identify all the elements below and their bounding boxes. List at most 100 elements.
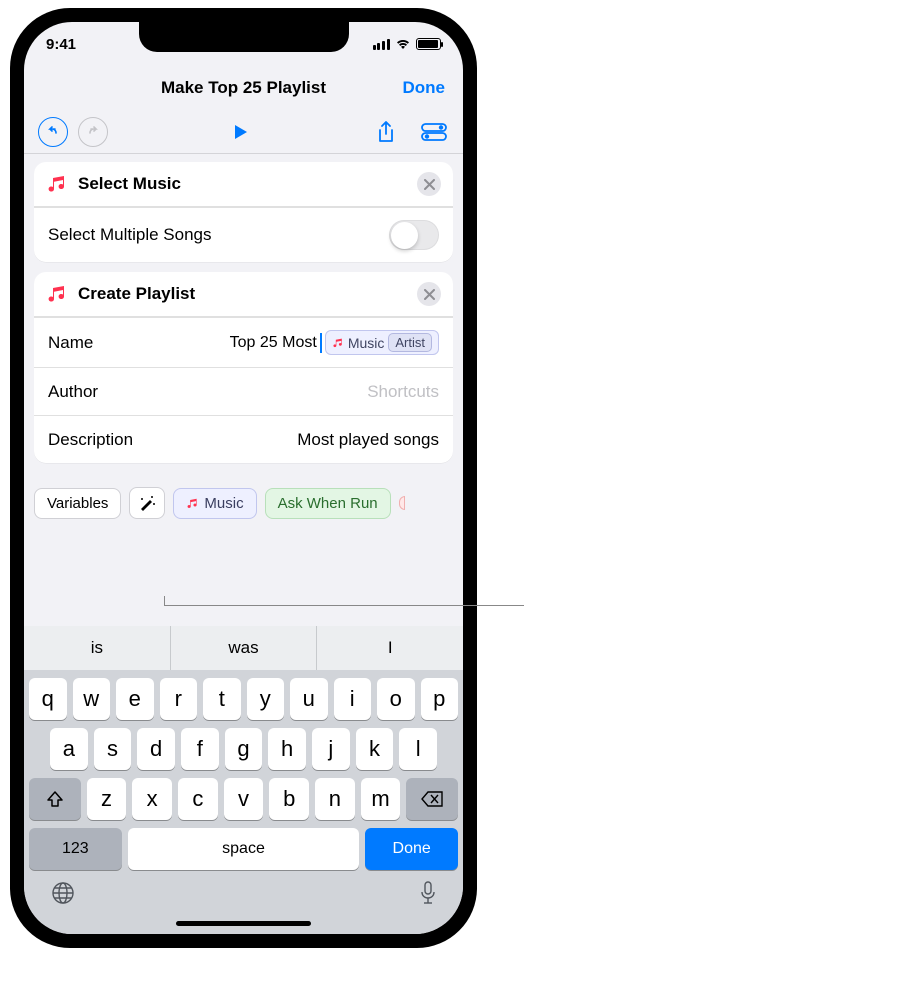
cellular-icon — [373, 39, 390, 50]
keyboard: is was I q w e r t y u i o p a s d f — [24, 626, 463, 934]
key-c[interactable]: c — [178, 778, 218, 820]
key-t[interactable]: t — [203, 678, 241, 720]
action-list: Select Music Select Multiple Songs — [24, 154, 463, 473]
action-title: Create Playlist — [78, 284, 407, 304]
key-p[interactable]: p — [421, 678, 459, 720]
done-button[interactable]: Done — [403, 78, 446, 98]
numeric-key[interactable]: 123 — [29, 828, 122, 870]
variable-token[interactable]: Music Artist — [325, 330, 439, 355]
nav-title: Make Top 25 Playlist — [161, 78, 326, 98]
key-r[interactable]: r — [160, 678, 198, 720]
key-h[interactable]: h — [268, 728, 306, 770]
home-indicator[interactable] — [176, 921, 311, 926]
battery-icon — [416, 38, 441, 50]
option-label: Select Multiple Songs — [48, 225, 211, 245]
device-frame: 9:41 Make Top 25 Playlist Done — [10, 8, 477, 948]
author-placeholder: Shortcuts — [108, 382, 439, 402]
keyboard-done-key[interactable]: Done — [365, 828, 458, 870]
key-y[interactable]: y — [247, 678, 285, 720]
key-g[interactable]: g — [225, 728, 263, 770]
magic-variable-button[interactable] — [129, 487, 165, 519]
key-l[interactable]: l — [399, 728, 437, 770]
key-row-4: 123 space Done — [24, 820, 463, 870]
key-w[interactable]: w — [73, 678, 111, 720]
action-header: Create Playlist — [34, 272, 453, 317]
share-button[interactable] — [371, 117, 401, 147]
select-multiple-row: Select Multiple Songs — [34, 207, 453, 262]
key-e[interactable]: e — [116, 678, 154, 720]
shift-key[interactable] — [29, 778, 81, 820]
description-row[interactable]: Description Most played songs — [34, 415, 453, 463]
wand-icon — [138, 494, 156, 512]
token-detail[interactable]: Artist — [388, 333, 432, 352]
delete-action-button[interactable] — [417, 282, 441, 306]
key-n[interactable]: n — [315, 778, 355, 820]
callout-line — [164, 605, 524, 606]
music-variable-pill[interactable]: Music — [173, 488, 256, 519]
action-header: Select Music — [34, 162, 453, 207]
key-x[interactable]: x — [132, 778, 172, 820]
backspace-key[interactable] — [406, 778, 458, 820]
settings-button[interactable] — [419, 117, 449, 147]
delete-action-button[interactable] — [417, 172, 441, 196]
redo-button — [78, 117, 108, 147]
mic-icon — [419, 880, 437, 906]
status-indicators — [373, 38, 441, 50]
key-j[interactable]: j — [312, 728, 350, 770]
globe-button[interactable] — [50, 880, 76, 911]
music-app-icon — [46, 283, 68, 305]
key-d[interactable]: d — [137, 728, 175, 770]
screen: 9:41 Make Top 25 Playlist Done — [24, 22, 463, 934]
nav-bar: Make Top 25 Playlist Done — [24, 66, 463, 110]
suggestion[interactable]: I — [317, 626, 463, 670]
key-b[interactable]: b — [269, 778, 309, 820]
pill-label: Music — [204, 495, 243, 512]
select-multiple-switch[interactable] — [389, 220, 439, 250]
field-label: Author — [48, 382, 98, 402]
name-text: Top 25 Most — [230, 334, 317, 352]
keyboard-bottom-row — [24, 870, 463, 911]
shift-icon — [46, 790, 64, 808]
key-f[interactable]: f — [181, 728, 219, 770]
key-q[interactable]: q — [29, 678, 67, 720]
action-title: Select Music — [78, 174, 407, 194]
overflow-pill[interactable] — [399, 496, 405, 510]
backspace-icon — [421, 791, 443, 807]
variables-button[interactable]: Variables — [34, 488, 121, 519]
suggestion[interactable]: was — [171, 626, 318, 670]
action-create-playlist: Create Playlist Name Top 25 Most Music A… — [34, 272, 453, 463]
key-row-3: z x c v b n m — [24, 770, 463, 820]
name-row[interactable]: Name Top 25 Most Music Artist — [34, 317, 453, 367]
suggestion-bar: is was I — [24, 626, 463, 670]
key-k[interactable]: k — [356, 728, 394, 770]
token-label: Music — [348, 335, 385, 351]
run-button[interactable] — [225, 117, 255, 147]
key-o[interactable]: o — [377, 678, 415, 720]
notch — [139, 22, 349, 52]
name-value[interactable]: Top 25 Most Music Artist — [103, 330, 439, 355]
dictation-button[interactable] — [419, 880, 437, 911]
variable-bar: Variables Music Ask When Run — [24, 479, 463, 527]
key-a[interactable]: a — [50, 728, 88, 770]
ask-when-run-pill[interactable]: Ask When Run — [265, 488, 391, 519]
suggestion[interactable]: is — [24, 626, 171, 670]
field-label: Name — [48, 333, 93, 353]
editor-toolbar — [24, 110, 463, 154]
key-u[interactable]: u — [290, 678, 328, 720]
globe-icon — [50, 880, 76, 906]
music-app-icon — [46, 173, 68, 195]
key-i[interactable]: i — [334, 678, 372, 720]
status-time: 9:41 — [46, 36, 76, 53]
undo-button[interactable] — [38, 117, 68, 147]
key-row-2: a s d f g h j k l — [24, 720, 463, 770]
action-select-music: Select Music Select Multiple Songs — [34, 162, 453, 262]
author-row[interactable]: Author Shortcuts — [34, 367, 453, 415]
key-m[interactable]: m — [361, 778, 401, 820]
text-cursor — [320, 333, 322, 353]
description-value: Most played songs — [143, 430, 439, 450]
space-key[interactable]: space — [128, 828, 360, 870]
key-v[interactable]: v — [224, 778, 264, 820]
key-z[interactable]: z — [87, 778, 127, 820]
music-note-icon — [332, 337, 344, 349]
key-s[interactable]: s — [94, 728, 132, 770]
